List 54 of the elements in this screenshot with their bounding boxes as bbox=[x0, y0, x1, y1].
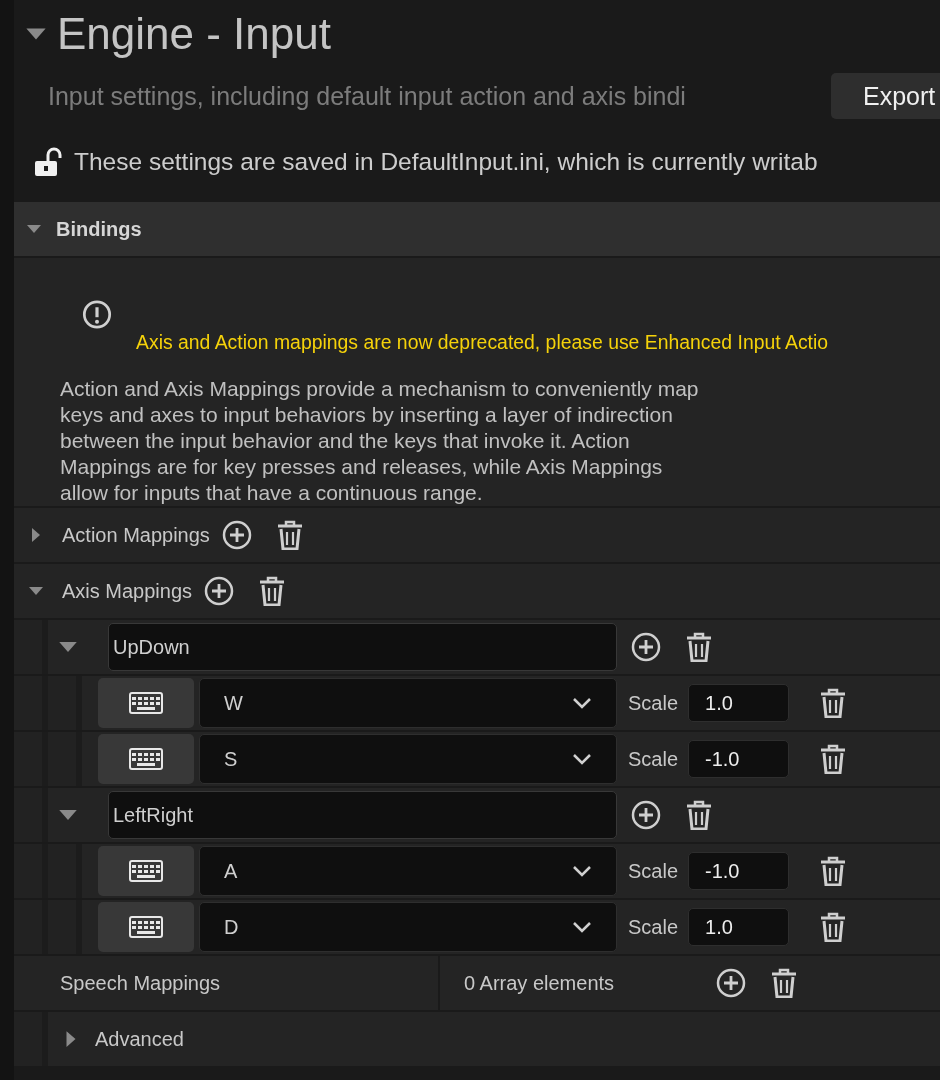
key-selector-button[interactable] bbox=[98, 734, 194, 784]
scale-label: Scale bbox=[628, 915, 679, 939]
key-dropdown[interactable]: A bbox=[199, 846, 617, 896]
trash-icon[interactable] bbox=[819, 856, 848, 886]
array-count: 0 Array elements bbox=[464, 971, 616, 995]
mapping-name-field[interactable]: UpDown bbox=[108, 623, 617, 671]
chevron-down-icon bbox=[572, 921, 592, 933]
scale-label: Scale bbox=[628, 859, 679, 883]
add-icon[interactable] bbox=[716, 968, 746, 998]
trash-icon[interactable] bbox=[819, 688, 848, 718]
key-dropdown[interactable]: W bbox=[199, 678, 617, 728]
scale-field[interactable]: -1.0 bbox=[688, 740, 790, 778]
array-label: Axis Mappings bbox=[62, 579, 193, 603]
page-title: Engine - Input bbox=[57, 9, 331, 59]
chevron-down-icon bbox=[572, 865, 592, 877]
add-icon[interactable] bbox=[631, 632, 661, 662]
key-dropdown[interactable]: D bbox=[199, 902, 617, 952]
trash-icon[interactable] bbox=[819, 912, 848, 942]
advanced-section[interactable]: Advanced bbox=[95, 1027, 184, 1051]
key-selector-button[interactable] bbox=[98, 902, 194, 952]
trash-icon[interactable] bbox=[770, 968, 798, 998]
keyboard-icon bbox=[129, 860, 163, 882]
add-icon[interactable] bbox=[221, 520, 252, 550]
key-dropdown[interactable]: S bbox=[199, 734, 617, 784]
export-button[interactable]: Export bbox=[831, 73, 940, 119]
chevron-down-icon bbox=[572, 753, 592, 765]
key-selector-button[interactable] bbox=[98, 846, 194, 896]
scale-field[interactable]: 1.0 bbox=[688, 908, 790, 946]
config-notice: These settings are saved in DefaultInput.ini, which is currently writab bbox=[74, 148, 818, 176]
category-title: Bindings bbox=[56, 217, 142, 241]
scale-field[interactable]: -1.0 bbox=[688, 852, 790, 890]
chevron-down-icon bbox=[572, 697, 592, 709]
trash-icon[interactable] bbox=[275, 520, 304, 550]
help-text: Action and Axis Mappings provide a mechanism to conveniently map keys and axes to input behaviors by inserting a layer of indirection between the input behavior and the keys that invoke it. Action Mappings are for key presses and releases, while Axis Mappings allow for inputs that have a continuous range. bbox=[60, 376, 700, 506]
keyboard-icon bbox=[129, 916, 163, 938]
key-selector-button[interactable] bbox=[98, 678, 194, 728]
property-label: Speech Mappings bbox=[14, 956, 440, 1010]
add-icon[interactable] bbox=[204, 576, 235, 606]
trash-icon[interactable] bbox=[685, 800, 713, 830]
keyboard-icon bbox=[129, 748, 163, 770]
scale-label: Scale bbox=[628, 691, 679, 715]
array-label: Action Mappings bbox=[62, 523, 210, 547]
keyboard-icon bbox=[129, 692, 163, 714]
page-description: Input settings, including default input action and axis bindi bbox=[48, 81, 687, 111]
deprecation-warning: Axis and Action mappings are now deprecated, please use Enhanced Input Actio bbox=[136, 331, 830, 354]
warning-icon bbox=[81, 300, 113, 329]
mapping-name-field[interactable]: LeftRight bbox=[108, 791, 617, 839]
add-icon[interactable] bbox=[631, 800, 661, 830]
trash-icon[interactable] bbox=[258, 576, 287, 606]
trash-icon[interactable] bbox=[819, 744, 848, 774]
category-header[interactable]: Bindings bbox=[14, 202, 940, 256]
scale-label: Scale bbox=[628, 747, 679, 771]
trash-icon[interactable] bbox=[685, 632, 713, 662]
scale-field[interactable]: 1.0 bbox=[688, 684, 790, 722]
